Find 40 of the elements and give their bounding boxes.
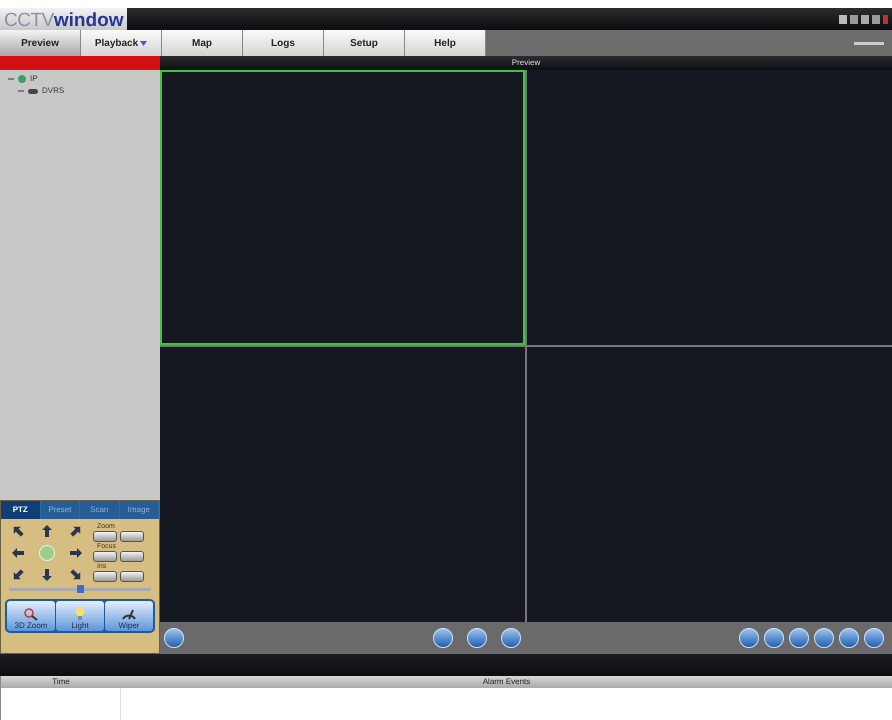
- preview-title: Preview: [512, 59, 540, 67]
- wiper-icon: [121, 607, 137, 621]
- arrow-icon[interactable]: [40, 524, 54, 538]
- arrow-icon[interactable]: [10, 546, 25, 560]
- tree-item[interactable]: DVRS: [42, 87, 64, 95]
- ptz-function-button[interactable]: Light: [56, 601, 104, 631]
- video-cell[interactable]: [160, 70, 525, 345]
- menu-tab[interactable]: Map: [162, 30, 243, 56]
- arrow-icon[interactable]: [40, 568, 54, 582]
- video-cell[interactable]: [160, 347, 525, 622]
- minus-button[interactable]: [93, 531, 117, 542]
- dvr-icon: [28, 88, 38, 94]
- ptz-function-button[interactable]: 3D Zoom: [7, 601, 55, 631]
- minus-button[interactable]: [93, 571, 117, 582]
- status-indicator: [854, 42, 884, 44]
- menu-tab[interactable]: Help: [405, 30, 486, 56]
- menu-tab[interactable]: Playback: [81, 30, 162, 56]
- speed-slider[interactable]: [9, 588, 151, 591]
- plus-button[interactable]: [120, 571, 144, 582]
- column-header: Time: [51, 676, 71, 688]
- network-icon: [18, 75, 26, 83]
- bulb-icon: [74, 607, 86, 621]
- logo: CCTVwindow: [0, 8, 128, 30]
- tree-item[interactable]: IP: [30, 75, 38, 83]
- plus-button[interactable]: [120, 551, 144, 562]
- column-header: Alarm Events: [482, 676, 532, 688]
- slider-thumb[interactable]: [77, 585, 84, 593]
- collapse-icon[interactable]: [8, 76, 14, 82]
- menu-tab[interactable]: Logs: [243, 30, 324, 56]
- video-cell[interactable]: [527, 70, 892, 345]
- plus-button[interactable]: [120, 531, 144, 542]
- ptz-function-button[interactable]: Wiper: [105, 601, 153, 631]
- collapse-icon[interactable]: [18, 88, 24, 94]
- ptz-tab[interactable]: PTZ: [1, 501, 40, 519]
- video-cell[interactable]: [527, 347, 892, 622]
- magnifier-icon: [22, 607, 40, 621]
- arrow-icon[interactable]: [69, 546, 84, 560]
- minus-button[interactable]: [93, 551, 117, 562]
- menu-tab[interactable]: Preview: [0, 30, 81, 56]
- menu-tab[interactable]: Setup: [324, 30, 405, 56]
